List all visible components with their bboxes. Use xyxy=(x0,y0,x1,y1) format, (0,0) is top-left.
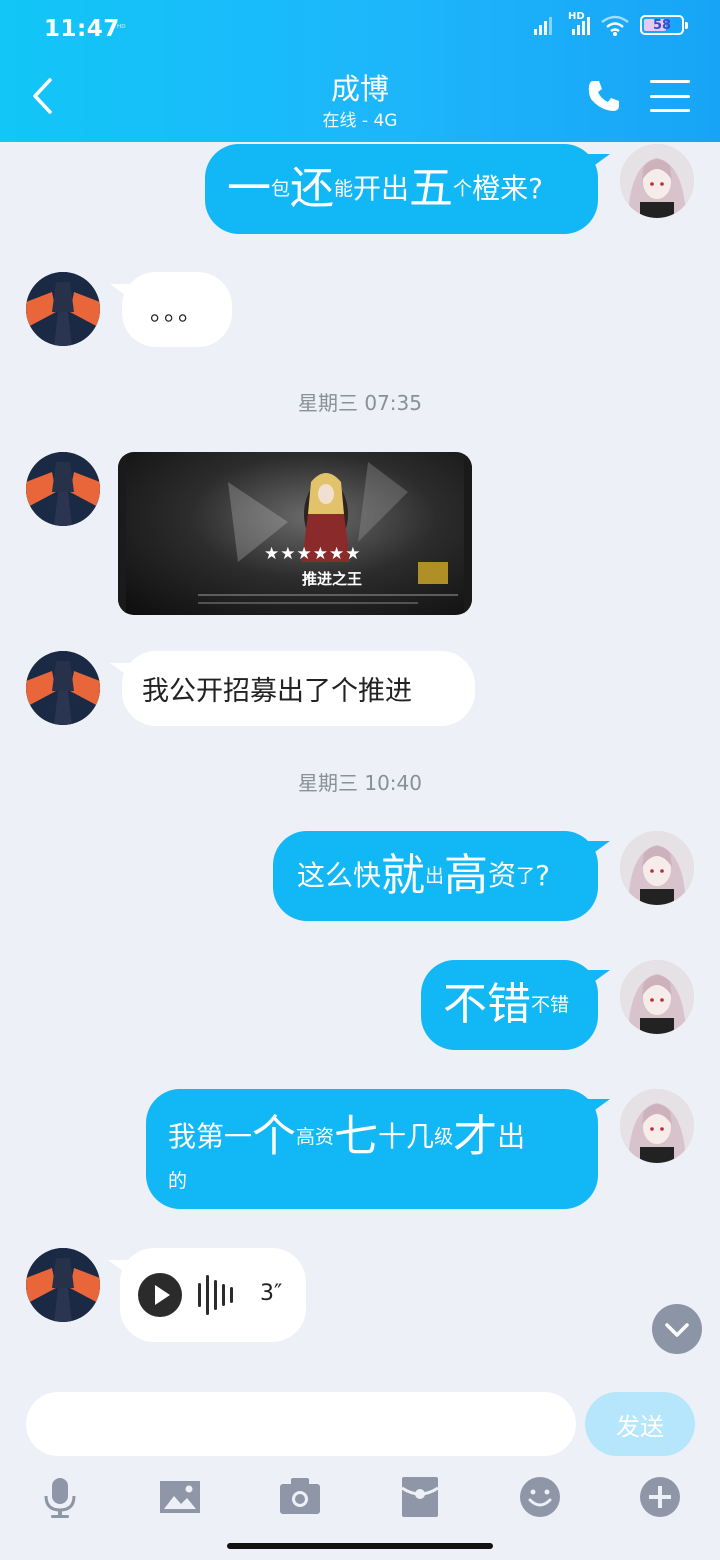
home-indicator[interactable] xyxy=(227,1543,493,1549)
avatar-me[interactable] xyxy=(620,144,694,218)
status-notification-icon: ᴴᴰ xyxy=(117,24,126,34)
chevron-down-icon xyxy=(665,1323,689,1337)
voice-message[interactable]: 3″ xyxy=(108,1248,306,1342)
red-packet-icon[interactable] xyxy=(397,1474,443,1520)
chat-header: 11:47 ᴴᴰ HD 58 成博 在线 - 4G xyxy=(0,0,720,142)
send-button[interactable]: 发送 xyxy=(585,1392,695,1456)
avatar-contact[interactable] xyxy=(26,1248,100,1322)
plus-icon[interactable] xyxy=(637,1474,683,1520)
scroll-to-bottom-button[interactable] xyxy=(652,1304,702,1354)
play-icon[interactable] xyxy=(138,1273,182,1317)
message-list[interactable]: 一 包 还 能 开出 五 个 橙来? 。。。 星期三 07:35 ★★★★★★ … xyxy=(0,142,720,1382)
message-bubble-outgoing[interactable]: 这么快 就 出 高 资 了 ? xyxy=(273,831,610,921)
message-bubble-incoming[interactable]: 。。。 xyxy=(110,272,232,347)
signal-hd-icon: HD xyxy=(568,11,590,35)
call-button[interactable] xyxy=(584,76,624,116)
avatar-contact[interactable] xyxy=(26,272,100,346)
microphone-icon[interactable] xyxy=(37,1474,83,1520)
avatar-contact[interactable] xyxy=(26,651,100,725)
message-timestamp: 星期三 07:35 xyxy=(298,391,422,415)
avatar-contact[interactable] xyxy=(26,452,100,526)
phone-icon xyxy=(588,81,619,111)
message-bubble-outgoing[interactable]: 不错 不错 xyxy=(421,960,610,1050)
signal-icon xyxy=(534,15,552,35)
image-stars: ★★★★★★ xyxy=(264,544,362,564)
message-bubble-outgoing[interactable]: 我第 一 个 高资 七 十 几 级 才 出 的 xyxy=(146,1089,610,1209)
avatar-me[interactable] xyxy=(620,1089,694,1163)
voice-duration: 3″ xyxy=(260,1281,283,1306)
wifi-icon xyxy=(601,15,629,36)
avatar-me[interactable] xyxy=(620,831,694,905)
message-bubble-incoming[interactable]: 我公开招募出了个推进 xyxy=(110,651,475,726)
status-time: 11:47 xyxy=(44,16,120,42)
menu-icon xyxy=(650,80,690,83)
image-message[interactable]: ★★★★★★ 推进之王 xyxy=(118,452,472,615)
image-operator-name: 推进之王 xyxy=(302,570,363,588)
emoji-icon[interactable] xyxy=(517,1474,563,1520)
camera-icon[interactable] xyxy=(277,1474,323,1520)
avatar-me[interactable] xyxy=(620,960,694,1034)
image-icon[interactable] xyxy=(157,1474,203,1520)
status-icons: HD 58 xyxy=(534,11,688,36)
menu-button[interactable] xyxy=(650,78,690,114)
input-toolbar xyxy=(0,1468,720,1528)
battery-icon: 58 xyxy=(640,15,688,35)
message-input[interactable] xyxy=(26,1392,576,1456)
waveform-icon xyxy=(198,1274,233,1316)
message-timestamp: 星期三 10:40 xyxy=(298,771,422,795)
message-bubble-outgoing[interactable]: 一 包 还 能 开出 五 个 橙来? xyxy=(205,144,610,234)
